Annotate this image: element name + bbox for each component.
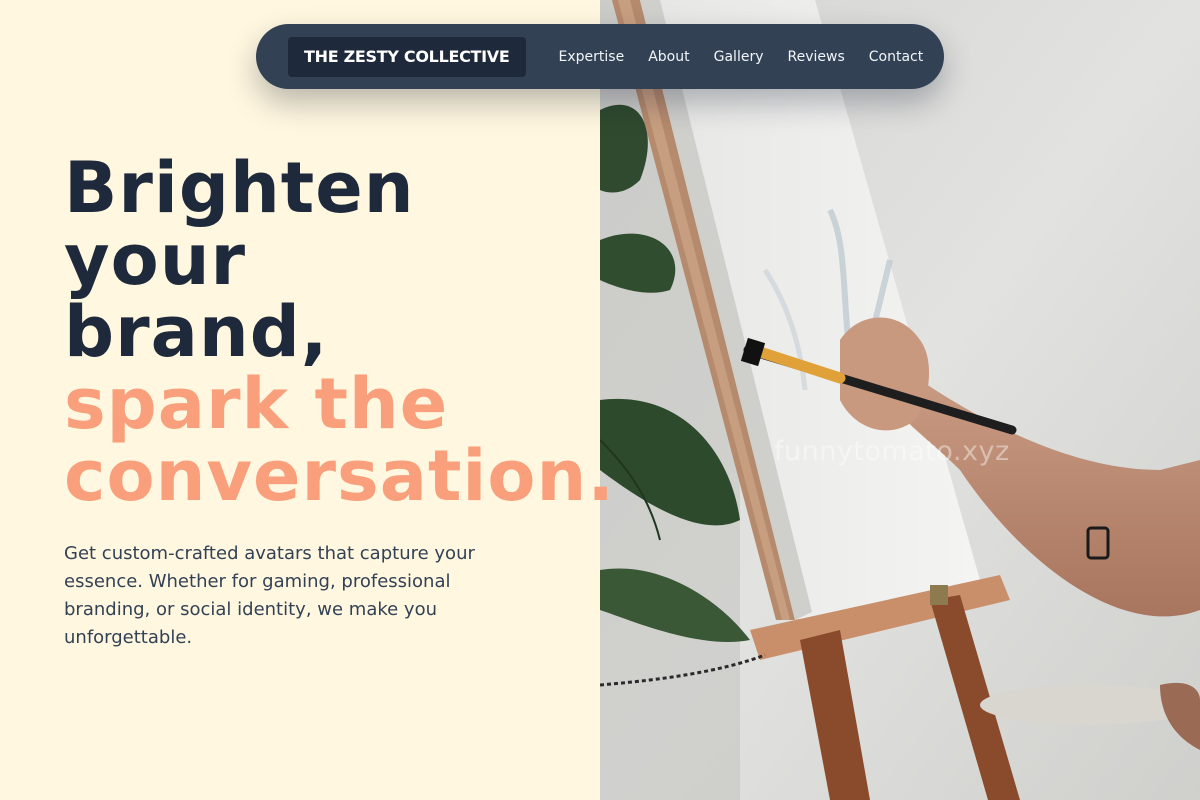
- headline-accent-line: conversation.: [64, 435, 615, 517]
- brand-logo[interactable]: THE ZESTY COLLECTIVE: [288, 36, 526, 77]
- nav-link-about[interactable]: About: [648, 49, 689, 65]
- painting-scene-illustration: [600, 0, 1200, 800]
- headline-accent-line: spark the: [64, 363, 449, 445]
- watermark: funnytomato.xyz: [774, 436, 1010, 467]
- headline-line: your: [64, 219, 247, 301]
- hero-image: [600, 0, 1200, 800]
- nav-link-gallery[interactable]: Gallery: [714, 49, 764, 65]
- nav-link-contact[interactable]: Contact: [869, 49, 923, 65]
- nav-link-expertise[interactable]: Expertise: [559, 49, 625, 65]
- top-navigation-bar: THE ZESTY COLLECTIVE Expertise About Gal…: [256, 24, 944, 89]
- page: THE ZESTY COLLECTIVE Expertise About Gal…: [0, 0, 1200, 800]
- headline-line: Brighten: [64, 147, 415, 229]
- nav-link-reviews[interactable]: Reviews: [788, 49, 845, 65]
- hero-description: Get custom-crafted avatars that capture …: [64, 543, 475, 648]
- hero-headline: Brighten your brand, spark the conversat…: [64, 152, 615, 512]
- nav-links: Expertise About Gallery Reviews Contact: [547, 49, 936, 65]
- headline-line: brand,: [64, 291, 329, 373]
